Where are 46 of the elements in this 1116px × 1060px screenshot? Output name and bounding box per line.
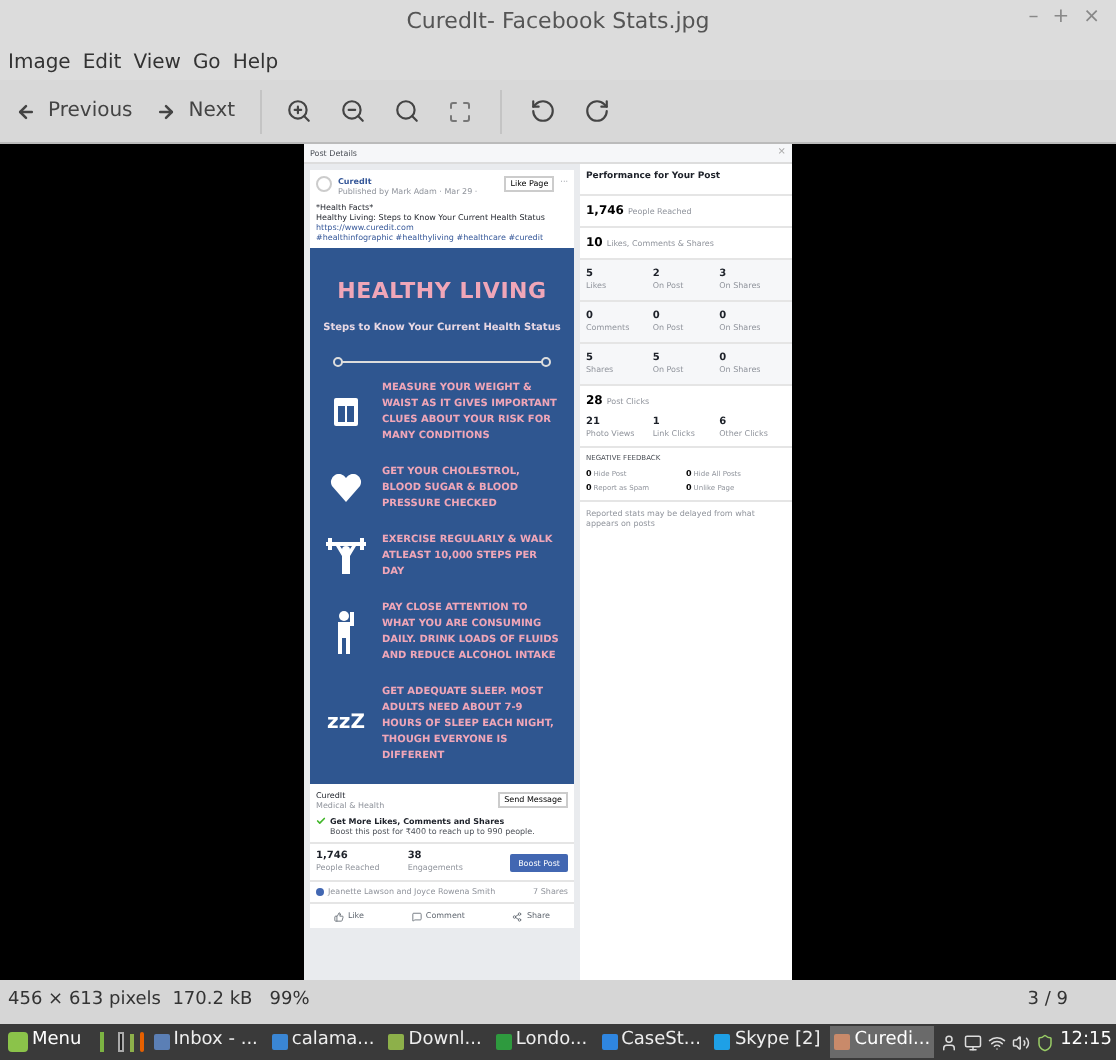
previous-button[interactable]: Previous	[16, 96, 133, 126]
taskbar-task[interactable]: Curedi...	[830, 1026, 935, 1058]
menu-item[interactable]: Help	[232, 47, 279, 77]
sleep-glyph: zzZ	[327, 714, 365, 734]
right-arrow-icon	[156, 101, 177, 121]
next-button[interactable]: Next	[156, 96, 236, 126]
taskbar-task[interactable]: Londo...	[491, 1026, 592, 1058]
share-icon	[512, 911, 523, 921]
taskbar-task[interactable]: calama...	[267, 1026, 379, 1058]
timeline-line-icon	[332, 356, 552, 368]
menu-item[interactable]: Image	[8, 47, 71, 77]
thumbs-up-icon	[333, 911, 344, 921]
menu-item[interactable]: Edit	[82, 47, 122, 77]
taskbar-task[interactable]: Downl...	[384, 1026, 486, 1058]
user-icon[interactable]	[940, 1033, 959, 1051]
rotate-right-icon[interactable]	[583, 98, 610, 124]
search-icon[interactable]	[393, 98, 420, 124]
speech-bubble-icon	[411, 911, 422, 921]
window-title: CuredIt- Facebook Stats.jpg	[406, 5, 710, 38]
taskbar-task[interactable]: CaseSt...	[597, 1026, 705, 1058]
weightlifter-icon	[326, 538, 366, 574]
display-icon[interactable]	[964, 1033, 983, 1051]
image-position: 3 / 9	[1027, 988, 1068, 1015]
infographic-title: HEALTHY LIVING	[337, 276, 547, 308]
mint-logo-icon	[8, 1032, 28, 1052]
reaction-icon	[316, 888, 324, 896]
volume-icon[interactable]	[1012, 1033, 1031, 1051]
page-avatar-icon	[316, 176, 332, 192]
fit-icon[interactable]	[447, 99, 472, 123]
network-icon[interactable]	[988, 1033, 1007, 1051]
zoom-in-icon[interactable]	[285, 98, 312, 124]
rotate-left-icon[interactable]	[529, 98, 556, 124]
zoom-out-icon[interactable]	[339, 98, 366, 124]
menu-item[interactable]: Go	[192, 47, 221, 77]
shield-icon[interactable]	[1036, 1033, 1055, 1051]
heart-icon	[330, 474, 362, 502]
menu-button[interactable]: Menu	[4, 1028, 86, 1056]
taskbar-task[interactable]: Skype [2]	[710, 1026, 825, 1058]
check-icon	[316, 816, 326, 826]
image-info: 456 × 613 pixels 170.2 kB 99%	[8, 988, 310, 1015]
drinking-figure-icon	[334, 610, 358, 654]
clock: 12:15	[1060, 1028, 1112, 1055]
menu-item[interactable]: View	[133, 47, 181, 77]
left-arrow-icon	[16, 101, 36, 121]
scale-icon	[332, 396, 360, 428]
taskbar-task[interactable]: Inbox - ...	[149, 1026, 262, 1058]
